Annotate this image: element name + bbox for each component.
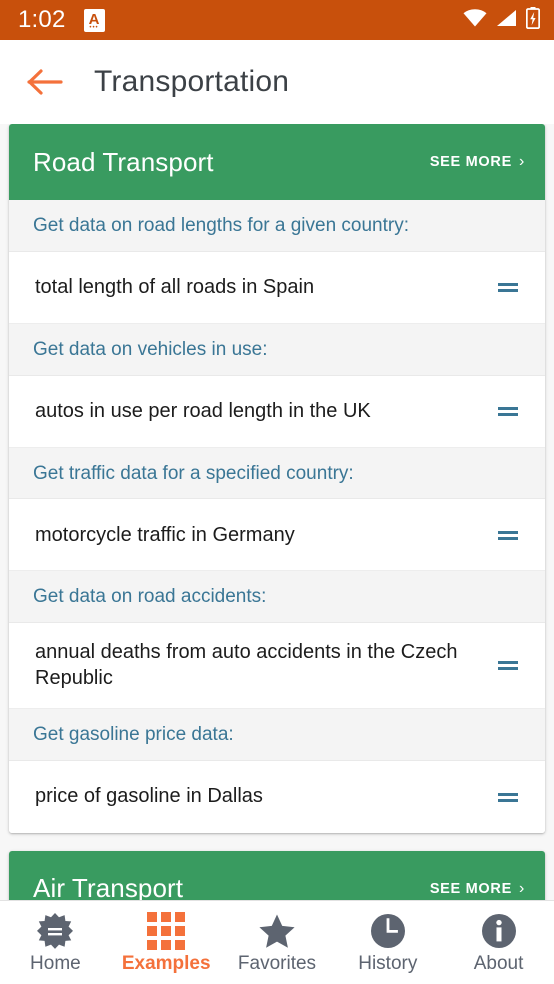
- category-header: Get data on vehicles in use:: [9, 323, 545, 376]
- nav-label: Examples: [121, 953, 211, 974]
- grid-icon: [147, 912, 186, 950]
- section-title: Road Transport: [33, 146, 214, 177]
- nav-item-history[interactable]: History: [332, 901, 443, 984]
- section-card-road-transport: Road Transport SEE MORE › Get data on ro…: [9, 124, 545, 833]
- see-more-label: SEE MORE: [429, 154, 512, 170]
- example-query-text: autos in use per road length in the UK: [35, 399, 371, 422]
- see-more-button-road-transport[interactable]: SEE MORE ›: [430, 153, 525, 171]
- example-row[interactable]: motorcycle traffic in Germany: [9, 499, 545, 572]
- example-row[interactable]: total length of all roads in Spain: [9, 251, 545, 324]
- examples-scroll-area[interactable]: Road Transport SEE MORE › Get data on ro…: [0, 124, 554, 900]
- example-row[interactable]: annual deaths from auto accidents in the…: [9, 623, 545, 709]
- equals-icon[interactable]: [495, 789, 521, 805]
- example-row[interactable]: autos in use per road length in the UK: [9, 375, 545, 448]
- app-screen: 1:02 A ••• Transportation Road Transport…: [0, 0, 554, 984]
- cellular-signal-icon: [496, 9, 517, 32]
- status-bar: 1:02 A •••: [0, 0, 554, 40]
- info-icon: [481, 912, 517, 950]
- star-icon: [258, 912, 296, 950]
- nav-label: Home: [30, 953, 81, 974]
- nav-item-favorites[interactable]: Favorites: [222, 901, 333, 984]
- category-header: Get data on road accidents:: [9, 571, 545, 623]
- equals-icon[interactable]: [495, 527, 521, 543]
- example-query-text: annual deaths from auto accidents in the…: [35, 641, 458, 690]
- app-bar: Transportation: [0, 40, 554, 124]
- equals-icon[interactable]: [495, 657, 521, 673]
- notification-dots: •••: [89, 24, 99, 31]
- category-header: Get traffic data for a specified country…: [9, 447, 545, 500]
- status-bar-clock: 1:02: [18, 6, 66, 33]
- nav-item-about[interactable]: About: [443, 901, 554, 984]
- section-card-air-transport: Air Transport SEE MORE › Get to a specif…: [9, 850, 545, 900]
- example-query-text: total length of all roads in Spain: [35, 276, 315, 299]
- battery-charging-icon: [525, 6, 541, 34]
- nav-label: Favorites: [237, 953, 317, 974]
- page-title: Transportation: [94, 65, 290, 98]
- wifi-icon: [463, 8, 487, 32]
- example-row[interactable]: price of gasoline in Dallas: [9, 760, 545, 833]
- status-bar-icons: [463, 6, 541, 34]
- equals-icon[interactable]: [495, 403, 521, 419]
- example-query-text: price of gasoline in Dallas: [35, 785, 263, 808]
- app-notification-icon: A •••: [83, 8, 105, 32]
- section-header-road-transport[interactable]: Road Transport SEE MORE ›: [9, 124, 545, 200]
- example-query-text: motorcycle traffic in Germany: [35, 523, 295, 546]
- category-header: Get gasoline price data:: [9, 708, 545, 761]
- section-header-air-transport[interactable]: Air Transport SEE MORE ›: [9, 850, 545, 900]
- chevron-right-icon: ›: [518, 879, 525, 897]
- section-title: Air Transport: [33, 873, 184, 900]
- equals-icon[interactable]: [495, 279, 521, 295]
- chevron-right-icon: ›: [518, 153, 525, 170]
- clock-icon: [370, 912, 406, 950]
- nav-label: About: [473, 953, 524, 974]
- bottom-navigation-bar: Home Examples Favorites History About: [0, 900, 554, 984]
- nav-label: History: [358, 953, 418, 974]
- back-arrow-icon[interactable]: [22, 59, 68, 105]
- category-header: Get data on road lengths for a given cou…: [9, 200, 545, 252]
- wolfram-burst-icon: [36, 912, 74, 950]
- see-more-button-air-transport[interactable]: SEE MORE ›: [430, 880, 525, 898]
- see-more-label: SEE MORE: [429, 880, 512, 897]
- nav-item-home[interactable]: Home: [0, 901, 111, 984]
- nav-item-examples[interactable]: Examples: [111, 901, 222, 984]
